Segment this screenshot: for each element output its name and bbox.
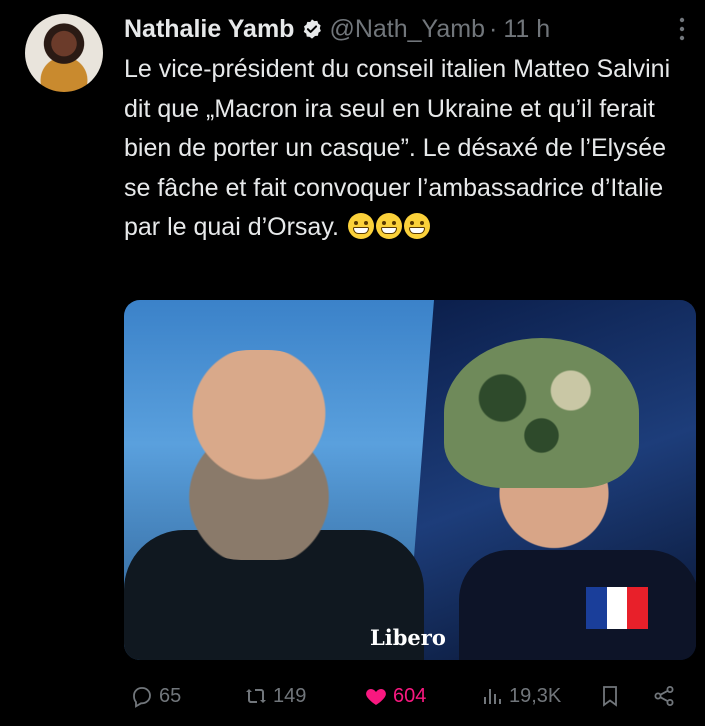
reply-icon [133, 687, 151, 708]
like-count: 604 [393, 684, 427, 707]
author-name[interactable]: Nathalie Yamb [124, 15, 294, 44]
flag-stripe-white [606, 587, 628, 629]
tweet-body: Le vice-président du conseil italien Mat… [124, 55, 671, 241]
author-avatar[interactable] [25, 14, 103, 92]
share-icon [654, 686, 674, 706]
heart-icon [366, 689, 386, 705]
flag-stripe-blue [586, 587, 607, 629]
verified-badge-icon [304, 19, 322, 39]
reply-count: 65 [159, 684, 182, 707]
tweet-text: Le vice-président du conseil italien Mat… [124, 50, 684, 248]
views-count: 19,3K [509, 684, 562, 707]
camouflage-helmet [444, 338, 639, 488]
views-chart-icon [484, 689, 501, 704]
views-button[interactable]: 19,3K [480, 681, 561, 711]
grinning-face-emoji [347, 213, 374, 239]
repost-count: 149 [273, 684, 307, 707]
french-flag-icon [586, 587, 649, 629]
tweet-media-image[interactable]: Libero [124, 300, 696, 660]
author-handle[interactable]: @Nath_Yamb [329, 15, 485, 44]
repost-icon [246, 689, 266, 703]
share-button[interactable] [652, 681, 681, 711]
tweet-header: Nathalie Yamb @Nath_Yamb · 11 h [124, 12, 550, 46]
like-button[interactable]: 604 [364, 681, 426, 711]
bookmark-button[interactable] [598, 681, 627, 711]
left-figure-head [169, 350, 349, 560]
reply-button[interactable]: 65 [130, 681, 181, 711]
grinning-face-emoji [375, 213, 402, 239]
repost-button[interactable]: 149 [244, 681, 306, 711]
tweet-timestamp[interactable]: 11 h [503, 15, 550, 44]
flag-stripe-red [627, 587, 649, 629]
more-options-icon[interactable] [677, 14, 687, 44]
grinning-face-emoji [403, 213, 430, 239]
tweet-actions-bar: 65 149 604 19,3K [124, 681, 694, 711]
header-separator: · [489, 14, 498, 43]
libero-logo: Libero [370, 625, 446, 650]
bookmark-icon [603, 686, 617, 707]
